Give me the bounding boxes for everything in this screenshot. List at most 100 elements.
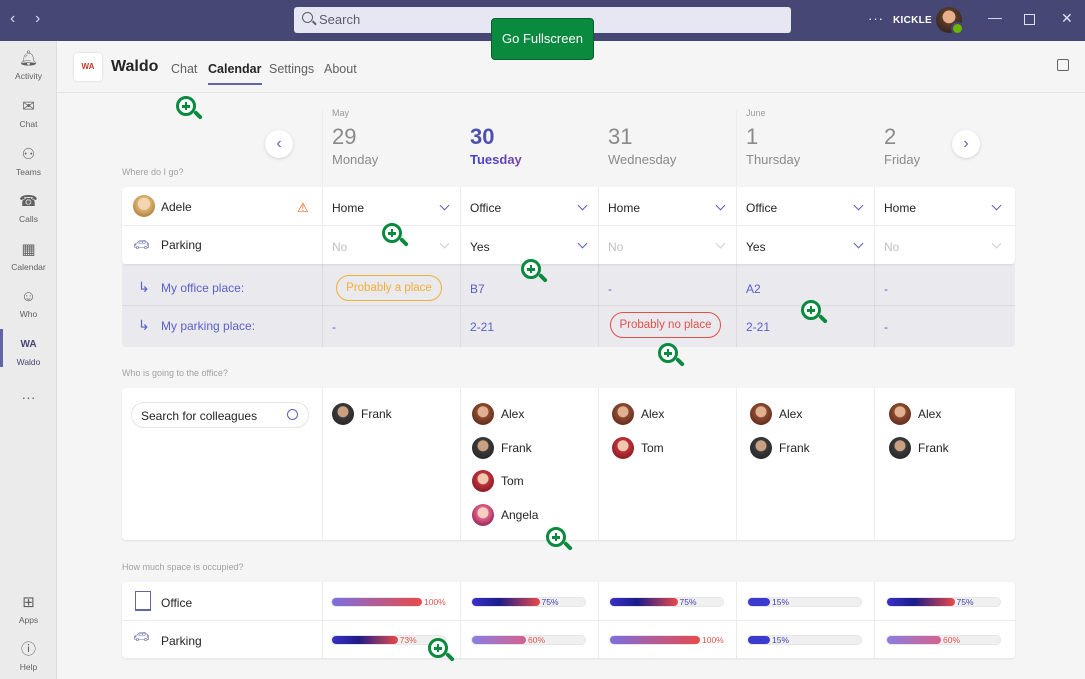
divider: [598, 582, 599, 658]
divider: [874, 264, 875, 347]
tab-chat[interactable]: Chat: [171, 62, 197, 76]
zoom-in-icon[interactable]: [546, 527, 573, 553]
parking-select[interactable]: No: [608, 240, 623, 254]
tab-calendar[interactable]: Calendar: [208, 62, 262, 85]
no-place-badge[interactable]: Probably no place: [610, 312, 721, 338]
day-header-today: 30 Tuesday: [470, 108, 608, 167]
location-select[interactable]: Home: [608, 201, 640, 215]
location-select[interactable]: Office: [746, 201, 777, 215]
tab-settings[interactable]: Settings: [269, 62, 314, 76]
parking-occupancy-fill: [748, 636, 770, 644]
zoom-in-icon[interactable]: [176, 96, 203, 122]
warning-icon[interactable]: ⚠︎: [297, 200, 309, 216]
colleague-name[interactable]: Frank: [918, 441, 949, 455]
probable-place-badge[interactable]: Probably a place: [336, 275, 442, 301]
avatar: [472, 403, 494, 425]
who-card: Search for colleagues: [122, 388, 1015, 540]
parking-occupancy-fill: [610, 636, 700, 644]
prev-week-button[interactable]: ‹: [265, 130, 293, 158]
who-icon: ☺: [20, 288, 37, 305]
parking-select[interactable]: Yes: [470, 240, 490, 254]
divider: [322, 110, 323, 185]
rail-item-waldo[interactable]: WA Waldo: [0, 329, 57, 367]
search-icon[interactable]: [287, 409, 298, 420]
parking-select[interactable]: No: [884, 240, 899, 254]
parking-occupancy-bar: [747, 635, 862, 645]
chat-icon: ✉: [22, 98, 35, 115]
parking-place-value[interactable]: 2-21: [746, 320, 770, 334]
office-occupancy-percent: 75%: [679, 597, 697, 607]
colleague-name[interactable]: Alex: [641, 407, 664, 421]
zoom-in-icon[interactable]: [658, 343, 685, 369]
close-icon[interactable]: ✕: [1061, 10, 1073, 27]
day-header: 2 Friday: [884, 124, 921, 167]
building-icon: [135, 591, 151, 611]
location-select[interactable]: Home: [884, 201, 916, 215]
popout-icon[interactable]: [1057, 59, 1069, 71]
office-place-row: [122, 264, 1015, 306]
back-icon[interactable]: ‹: [10, 10, 15, 28]
fullscreen-button[interactable]: Go Fullscreen: [491, 18, 594, 60]
avatar[interactable]: [936, 7, 964, 35]
rail-item-help[interactable]: ⓘ Help: [0, 640, 57, 672]
parking-place-value[interactable]: 2-21: [470, 320, 494, 334]
rail-item-calls[interactable]: ☎ Calls: [0, 192, 57, 224]
rail-item-apps[interactable]: ⊞ Apps: [0, 593, 57, 625]
forward-icon[interactable]: ›: [35, 10, 40, 28]
zoom-in-icon[interactable]: [428, 638, 455, 664]
office-occupancy-fill: [472, 598, 540, 606]
rail-item-activity[interactable]: 🔔︎ Activity: [0, 49, 57, 81]
tab-about[interactable]: About: [324, 62, 357, 76]
rail-item-chat[interactable]: ✉ Chat: [0, 97, 57, 129]
office-place-value: -: [608, 282, 612, 296]
bell-icon: 🔔︎: [18, 50, 39, 67]
parking-occupancy-percent: 73%: [399, 635, 417, 645]
zoom-in-icon[interactable]: [382, 223, 409, 249]
search-placeholder: Search: [319, 12, 361, 27]
avatar: [889, 403, 911, 425]
parking-occupancy-bar: [609, 635, 700, 645]
where-card: Adele ⚠︎ 🚗︎ Parking Home Office Home Off…: [122, 187, 1015, 264]
search-icon: [302, 12, 313, 23]
divider: [322, 582, 323, 658]
parking-place-value: -: [332, 320, 336, 334]
colleague-name[interactable]: Alex: [918, 407, 941, 421]
parking-occupancy-fill: [332, 636, 398, 644]
parking-occupancy-fill: [887, 636, 941, 644]
colleague-name[interactable]: Tom: [501, 474, 524, 488]
more-apps-icon[interactable]: ···: [0, 389, 57, 405]
colleague-name[interactable]: Angela: [501, 508, 538, 522]
parking-select[interactable]: No: [332, 240, 347, 254]
colleague-name[interactable]: Alex: [501, 407, 524, 421]
location-select[interactable]: Office: [470, 201, 501, 215]
colleague-name[interactable]: Tom: [641, 441, 664, 455]
colleague-name[interactable]: Frank: [361, 407, 392, 421]
avatar: [750, 403, 772, 425]
office-place-value[interactable]: A2: [746, 282, 761, 296]
divider: [874, 388, 875, 540]
office-place-value[interactable]: B7: [470, 282, 485, 296]
location-select[interactable]: Home: [332, 201, 364, 215]
divider: [874, 187, 875, 264]
parking-select[interactable]: Yes: [746, 240, 766, 254]
colleague-name[interactable]: Frank: [779, 441, 810, 455]
chevron-down-icon: [439, 200, 450, 211]
colleague-search-input[interactable]: Search for colleagues: [131, 402, 309, 428]
space-question: How much space is occupied?: [122, 562, 244, 572]
restore-icon[interactable]: [1024, 14, 1035, 25]
rail-item-calendar[interactable]: ▦ Calendar: [0, 240, 57, 272]
zoom-in-icon[interactable]: [801, 300, 828, 326]
colleague-name[interactable]: Frank: [501, 441, 532, 455]
rail-item-who[interactable]: ☺ Who: [0, 287, 57, 319]
office-occupancy-fill: [887, 598, 955, 606]
divider: [460, 582, 461, 658]
office-occupancy-bar: [331, 597, 422, 607]
colleague-name[interactable]: Alex: [779, 407, 802, 421]
more-options-icon[interactable]: ···: [868, 11, 884, 26]
office-occupancy-fill: [610, 598, 678, 606]
chevron-down-icon: [991, 238, 1002, 249]
return-arrow-icon: ↳: [138, 317, 150, 333]
zoom-in-icon[interactable]: [521, 259, 548, 285]
rail-item-teams[interactable]: ⚇ Teams: [0, 145, 57, 177]
minimize-icon[interactable]: —: [988, 9, 1002, 25]
